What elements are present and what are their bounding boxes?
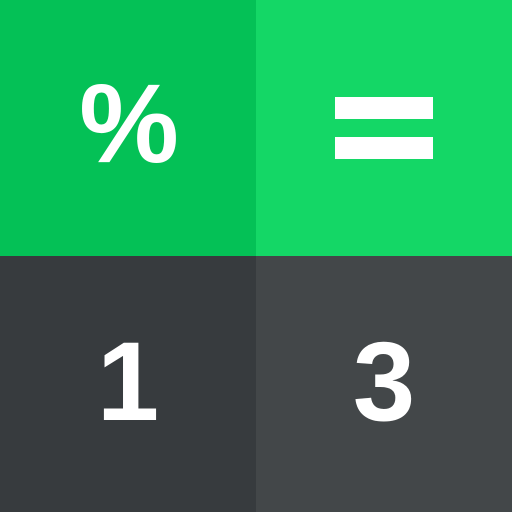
digit-1-button[interactable]: 1 <box>0 256 256 512</box>
equals-bar-bottom <box>335 137 433 159</box>
digit-3-label: 3 <box>352 319 416 444</box>
calculator-keypad: % 1 3 <box>0 0 512 512</box>
equals-icon <box>335 97 433 159</box>
digit-3-button[interactable]: 3 <box>256 256 512 512</box>
percent-label: % <box>79 61 179 186</box>
percent-button[interactable]: % <box>0 0 256 256</box>
digit-1-label: 1 <box>96 319 160 444</box>
equals-bar-top <box>335 97 433 119</box>
equals-button[interactable] <box>256 0 512 256</box>
